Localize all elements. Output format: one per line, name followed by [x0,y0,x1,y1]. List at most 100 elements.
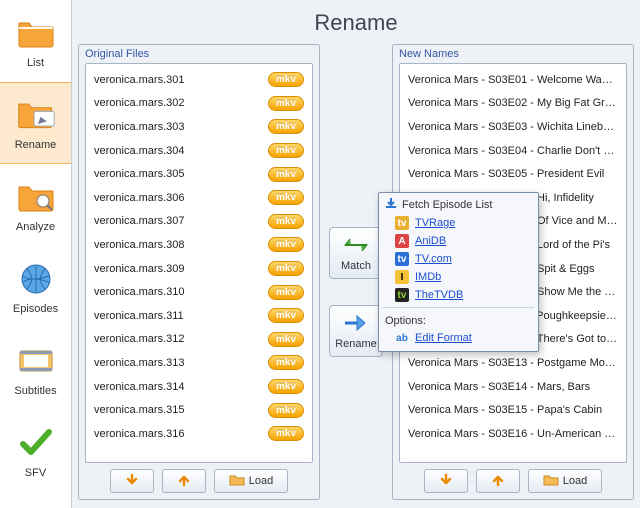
popup-source-thetvdb[interactable]: tvTheTVDB [379,286,538,304]
list-item[interactable]: veronica.mars.310 mkv [86,280,312,304]
match-icon [343,235,369,258]
move-up-button[interactable] [162,469,206,493]
file-ext-badge: mkv [268,332,304,347]
match-button[interactable]: Match [329,227,383,279]
separator [383,307,534,308]
file-name: veronica.mars.305 [94,168,264,180]
list-item[interactable]: veronica.mars.302mkv [86,92,312,116]
list-item[interactable]: veronica.mars.306 mkv [86,186,312,210]
original-files-list[interactable]: veronica.mars.301mkvveronica.mars.302mkv… [85,63,313,463]
list-item[interactable]: veronica.mars.313 mkv [86,351,312,375]
sidebar: List Rename Analyze Episodes Subtitles S… [0,0,72,508]
list-item[interactable]: veronica.mars.309mkv [86,257,312,281]
folder-icon [16,13,56,53]
arrow-up-icon [491,473,505,490]
list-item[interactable]: Veronica Mars - S03E01 - Welcome Wagon [400,68,626,92]
match-label: Match [341,260,371,272]
move-down-button[interactable] [110,469,154,493]
sidebar-item-label: Rename [15,139,57,151]
file-ext-badge: mkv [268,285,304,300]
list-item[interactable]: Veronica Mars - S03E14 - Mars, Bars [400,375,626,399]
folder-search-icon [16,177,56,217]
file-name: veronica.mars.304 [94,145,264,157]
rename-button[interactable]: Rename [329,305,383,357]
download-icon [385,197,397,212]
file-name: veronica.mars.301 [94,74,264,86]
panel-header: New Names [393,45,633,63]
list-item[interactable]: veronica.mars.314mkv [86,375,312,399]
file-name: veronica.mars.307 [94,215,264,227]
file-name: veronica.mars.313 [94,357,264,369]
list-item[interactable]: veronica.mars.303mkv [86,115,312,139]
file-ext-badge: mkv [268,355,304,370]
file-name: veronica.mars.308 [94,239,264,251]
panel-header: Original Files [79,45,319,63]
film-icon [16,341,56,381]
sidebar-item-label: Subtitles [14,385,56,397]
file-ext-badge: mkv [268,308,304,323]
popup-source-anidb[interactable]: AAniDB [379,232,538,250]
file-name: veronica.mars.315 [94,404,264,416]
list-item[interactable]: Veronica Mars - S03E15 - Papa's Cabin [400,398,626,422]
panel-footer: Load [79,469,319,499]
file-name: veronica.mars.306 [94,192,264,204]
rename-label: Rename [335,338,377,350]
file-name: veronica.mars.312 [94,333,264,345]
sidebar-item-label: List [27,57,44,69]
move-up-button[interactable] [476,469,520,493]
sidebar-item-list[interactable]: List [0,0,71,82]
file-ext-badge: mkv [268,379,304,394]
new-name: Veronica Mars - S03E14 - Mars, Bars [408,381,618,393]
load-button[interactable]: Load [214,469,288,493]
list-item[interactable]: Veronica Mars - S03E02 - My Big Fat Gree… [400,92,626,116]
page-title: Rename [72,0,640,42]
list-item[interactable]: veronica.mars.312 mkv [86,328,312,352]
file-ext-badge: mkv [268,143,304,158]
rename-icon [343,313,369,336]
sidebar-item-label: Analyze [16,221,55,233]
tvcom-icon: tv [395,252,409,266]
load-label: Load [249,475,273,487]
list-item[interactable]: veronica.mars.315mkv [86,398,312,422]
list-item[interactable]: Veronica Mars - S03E04 - Charlie Don't S… [400,139,626,163]
list-item[interactable]: veronica.mars.304 mkv [86,139,312,163]
list-item[interactable]: Veronica Mars - S03E05 - President Evil [400,162,626,186]
arrow-up-icon [177,473,191,490]
sidebar-item-sfv[interactable]: SFV [0,410,71,492]
load-label: Load [563,475,587,487]
popup-source-tvcom[interactable]: tvTV.com [379,250,538,268]
list-item[interactable]: Veronica Mars - S03E13 - Postgame Mortem [400,351,626,375]
sidebar-item-label: Episodes [13,303,58,315]
thetvdb-icon: tv [395,288,409,302]
list-item[interactable]: veronica.mars.308mkv [86,233,312,257]
popup-source-tvrage[interactable]: tvTVRage [379,214,538,232]
sidebar-item-analyze[interactable]: Analyze [0,164,71,246]
middle-column: Match Rename [328,44,384,500]
file-name: veronica.mars.310 [94,286,264,298]
list-item[interactable]: veronica.mars.305mkv [86,162,312,186]
list-item[interactable]: veronica.mars.311mkv [86,304,312,328]
list-item[interactable]: veronica.mars.301mkv [86,68,312,92]
anidb-icon: A [395,234,409,248]
popup-edit-format[interactable]: abEdit Format [379,329,538,347]
original-files-panel: Original Files veronica.mars.301mkvveron… [78,44,320,500]
load-button[interactable]: Load [528,469,602,493]
file-ext-badge: mkv [268,426,304,441]
popup-header: Fetch Episode List [379,193,538,214]
new-name: Veronica Mars - S03E01 - Welcome Wagon [408,74,618,86]
file-ext-badge: mkv [268,190,304,205]
new-name: Veronica Mars - S03E05 - President Evil [408,168,618,180]
list-item[interactable]: Veronica Mars - S03E16 - Un-American Gra… [400,422,626,446]
list-item[interactable]: veronica.mars.316mkv [86,422,312,446]
tvrage-icon: tv [395,216,409,230]
arrow-down-icon [125,473,139,490]
sidebar-item-rename[interactable]: Rename [0,82,71,164]
list-item[interactable]: veronica.mars.307mkv [86,210,312,234]
sidebar-item-episodes[interactable]: Episodes [0,246,71,328]
move-down-button[interactable] [424,469,468,493]
file-name: veronica.mars.302 [94,97,264,109]
panel-footer: Load [393,469,633,499]
list-item[interactable]: Veronica Mars - S03E03 - Wichita Linebac… [400,115,626,139]
sidebar-item-subtitles[interactable]: Subtitles [0,328,71,410]
popup-source-imdb[interactable]: IIMDb [379,268,538,286]
